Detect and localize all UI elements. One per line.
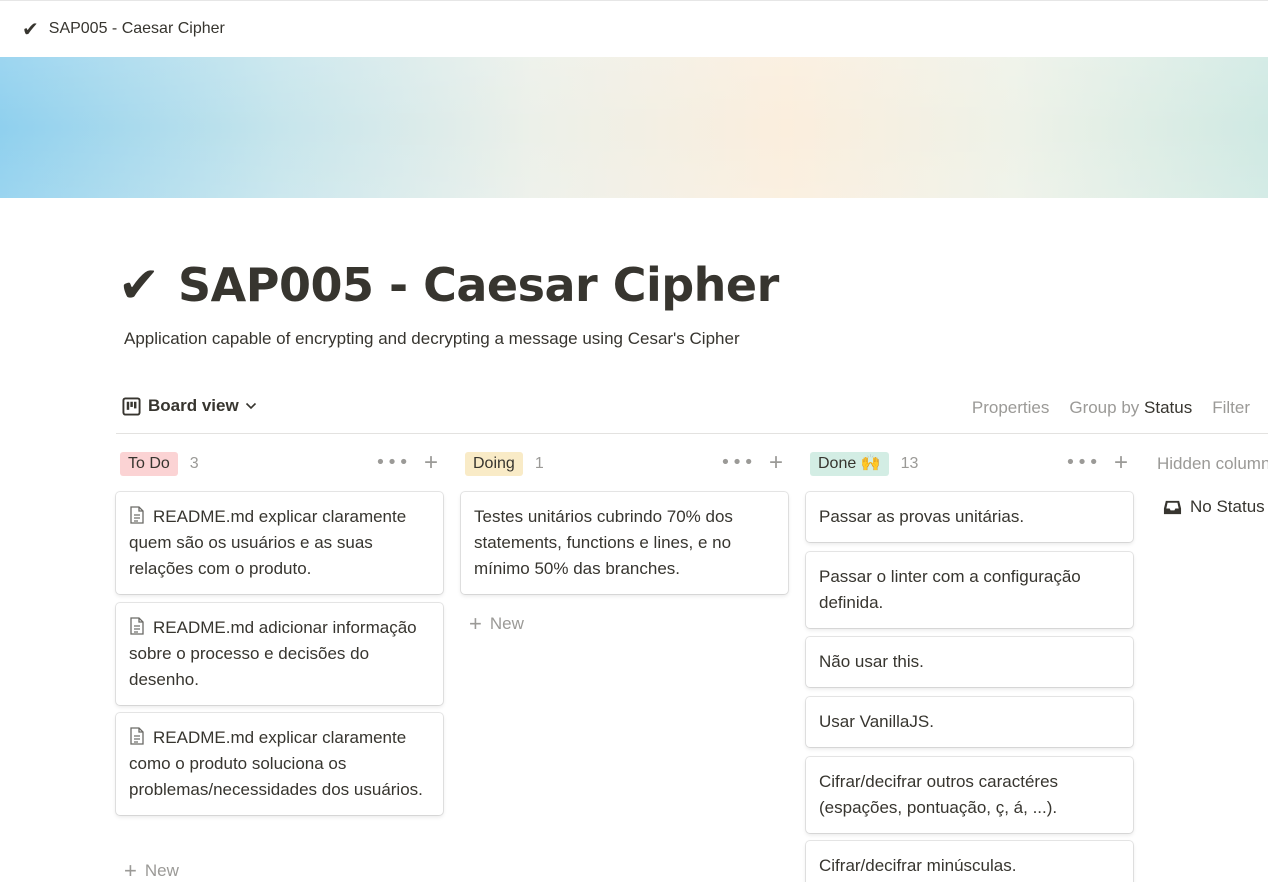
column-header: Done 🙌 13 ••• + — [806, 450, 1134, 478]
document-icon — [130, 727, 144, 745]
card-title: Passar as provas unitárias. — [819, 507, 1025, 526]
new-label: New — [489, 614, 524, 633]
page-header: ✔ SAP005 - Caesar Cipher — [118, 258, 779, 312]
filter-button[interactable]: Filter — [1212, 398, 1250, 418]
add-card-icon[interactable]: + — [769, 450, 783, 474]
more-options-icon[interactable]: ••• — [1065, 452, 1100, 473]
board-column-todo: To Do 3 ••• + README.md explicar clarame… — [116, 450, 444, 882]
board-card[interactable]: README.md explicar claramente quem são o… — [116, 492, 443, 594]
column-count: 1 — [534, 455, 544, 472]
board-card[interactable]: README.md adicionar informação sobre o p… — [116, 603, 443, 705]
add-card-icon[interactable]: + — [424, 450, 438, 474]
board-column-doing: Doing 1 ••• + Testes unitários cubrindo … — [461, 450, 789, 636]
board-view-switcher[interactable]: Board view — [122, 396, 257, 416]
new-card-button[interactable]: + New — [469, 611, 524, 637]
column-count: 13 — [900, 455, 919, 472]
plus-icon: + — [124, 858, 137, 882]
check-icon: ✔ — [22, 17, 39, 41]
hidden-columns-label: Hidden columns — [1157, 454, 1268, 473]
view-name: Board view — [148, 396, 239, 415]
more-options-icon[interactable]: ••• — [720, 452, 755, 473]
group-by-label: Group by — [1069, 398, 1140, 417]
board-card[interactable]: Passar as provas unitárias. — [806, 492, 1133, 542]
breadcrumb-title[interactable]: SAP005 - Caesar Cipher — [49, 20, 225, 38]
board-card[interactable]: Cifrar/decifrar outros caractéres (espaç… — [806, 757, 1133, 833]
status-tag-done[interactable]: Done 🙌 — [810, 452, 889, 476]
card-title: README.md adicionar informação sobre o p… — [129, 618, 417, 689]
new-label: New — [144, 861, 179, 880]
document-icon — [130, 506, 144, 524]
group-by-button[interactable]: Group by Status — [1069, 398, 1192, 418]
board-icon — [122, 396, 141, 416]
page-title[interactable]: SAP005 - Caesar Cipher — [178, 258, 779, 312]
card-title: Passar o linter com a configuração defin… — [819, 567, 1081, 612]
view-actions: Properties Group by Status Filter — [972, 398, 1250, 418]
column-count: 3 — [189, 455, 199, 472]
column-header: To Do 3 ••• + — [116, 450, 444, 478]
plus-icon: + — [469, 611, 482, 636]
add-card-icon[interactable]: + — [1114, 450, 1128, 474]
card-title: README.md explicar claramente quem são o… — [129, 507, 407, 578]
no-status-label: No Status — [1190, 497, 1265, 516]
document-icon — [130, 617, 144, 635]
card-title: Usar VanillaJS. — [819, 712, 934, 731]
new-card-button[interactable]: + New — [124, 858, 179, 882]
page-cover[interactable] — [0, 57, 1268, 198]
top-bar: ✔ SAP005 - Caesar Cipher — [0, 0, 1268, 57]
more-options-icon[interactable]: ••• — [375, 452, 410, 473]
chevron-down-icon — [245, 399, 257, 413]
group-by-value: Status — [1144, 398, 1193, 417]
board-card[interactable]: Cifrar/decifrar minúsculas. — [806, 841, 1133, 882]
properties-button[interactable]: Properties — [972, 398, 1049, 418]
card-title: Testes unitários cubrindo 70% dos statem… — [474, 507, 733, 578]
status-tag-doing[interactable]: Doing — [465, 452, 523, 476]
board-card[interactable]: Usar VanillaJS. — [806, 697, 1133, 747]
page-description[interactable]: Application capable of encrypting and de… — [124, 329, 740, 349]
card-title: Cifrar/decifrar outros caractéres (espaç… — [819, 772, 1059, 817]
board-card[interactable]: README.md explicar claramente como o pro… — [116, 713, 443, 815]
database-view-bar: Board view Properties Group by Status Fi… — [116, 392, 1268, 434]
status-tag-todo[interactable]: To Do — [120, 452, 178, 476]
board-card[interactable]: Não usar this. — [806, 637, 1133, 687]
no-status-group[interactable]: No Status — [1163, 497, 1265, 517]
column-header: Doing 1 ••• + — [461, 450, 789, 478]
card-title: Não usar this. — [819, 652, 924, 671]
board-card[interactable]: Testes unitários cubrindo 70% dos statem… — [461, 492, 788, 594]
inbox-icon — [1163, 500, 1182, 514]
card-title: Cifrar/decifrar minúsculas. — [819, 856, 1017, 875]
board-card[interactable]: Passar o linter com a configuração defin… — [806, 552, 1133, 628]
board-column-done: Done 🙌 13 ••• + Passar as provas unitári… — [806, 450, 1134, 882]
check-icon[interactable]: ✔ — [118, 260, 172, 310]
card-title: README.md explicar claramente como o pro… — [129, 728, 423, 799]
